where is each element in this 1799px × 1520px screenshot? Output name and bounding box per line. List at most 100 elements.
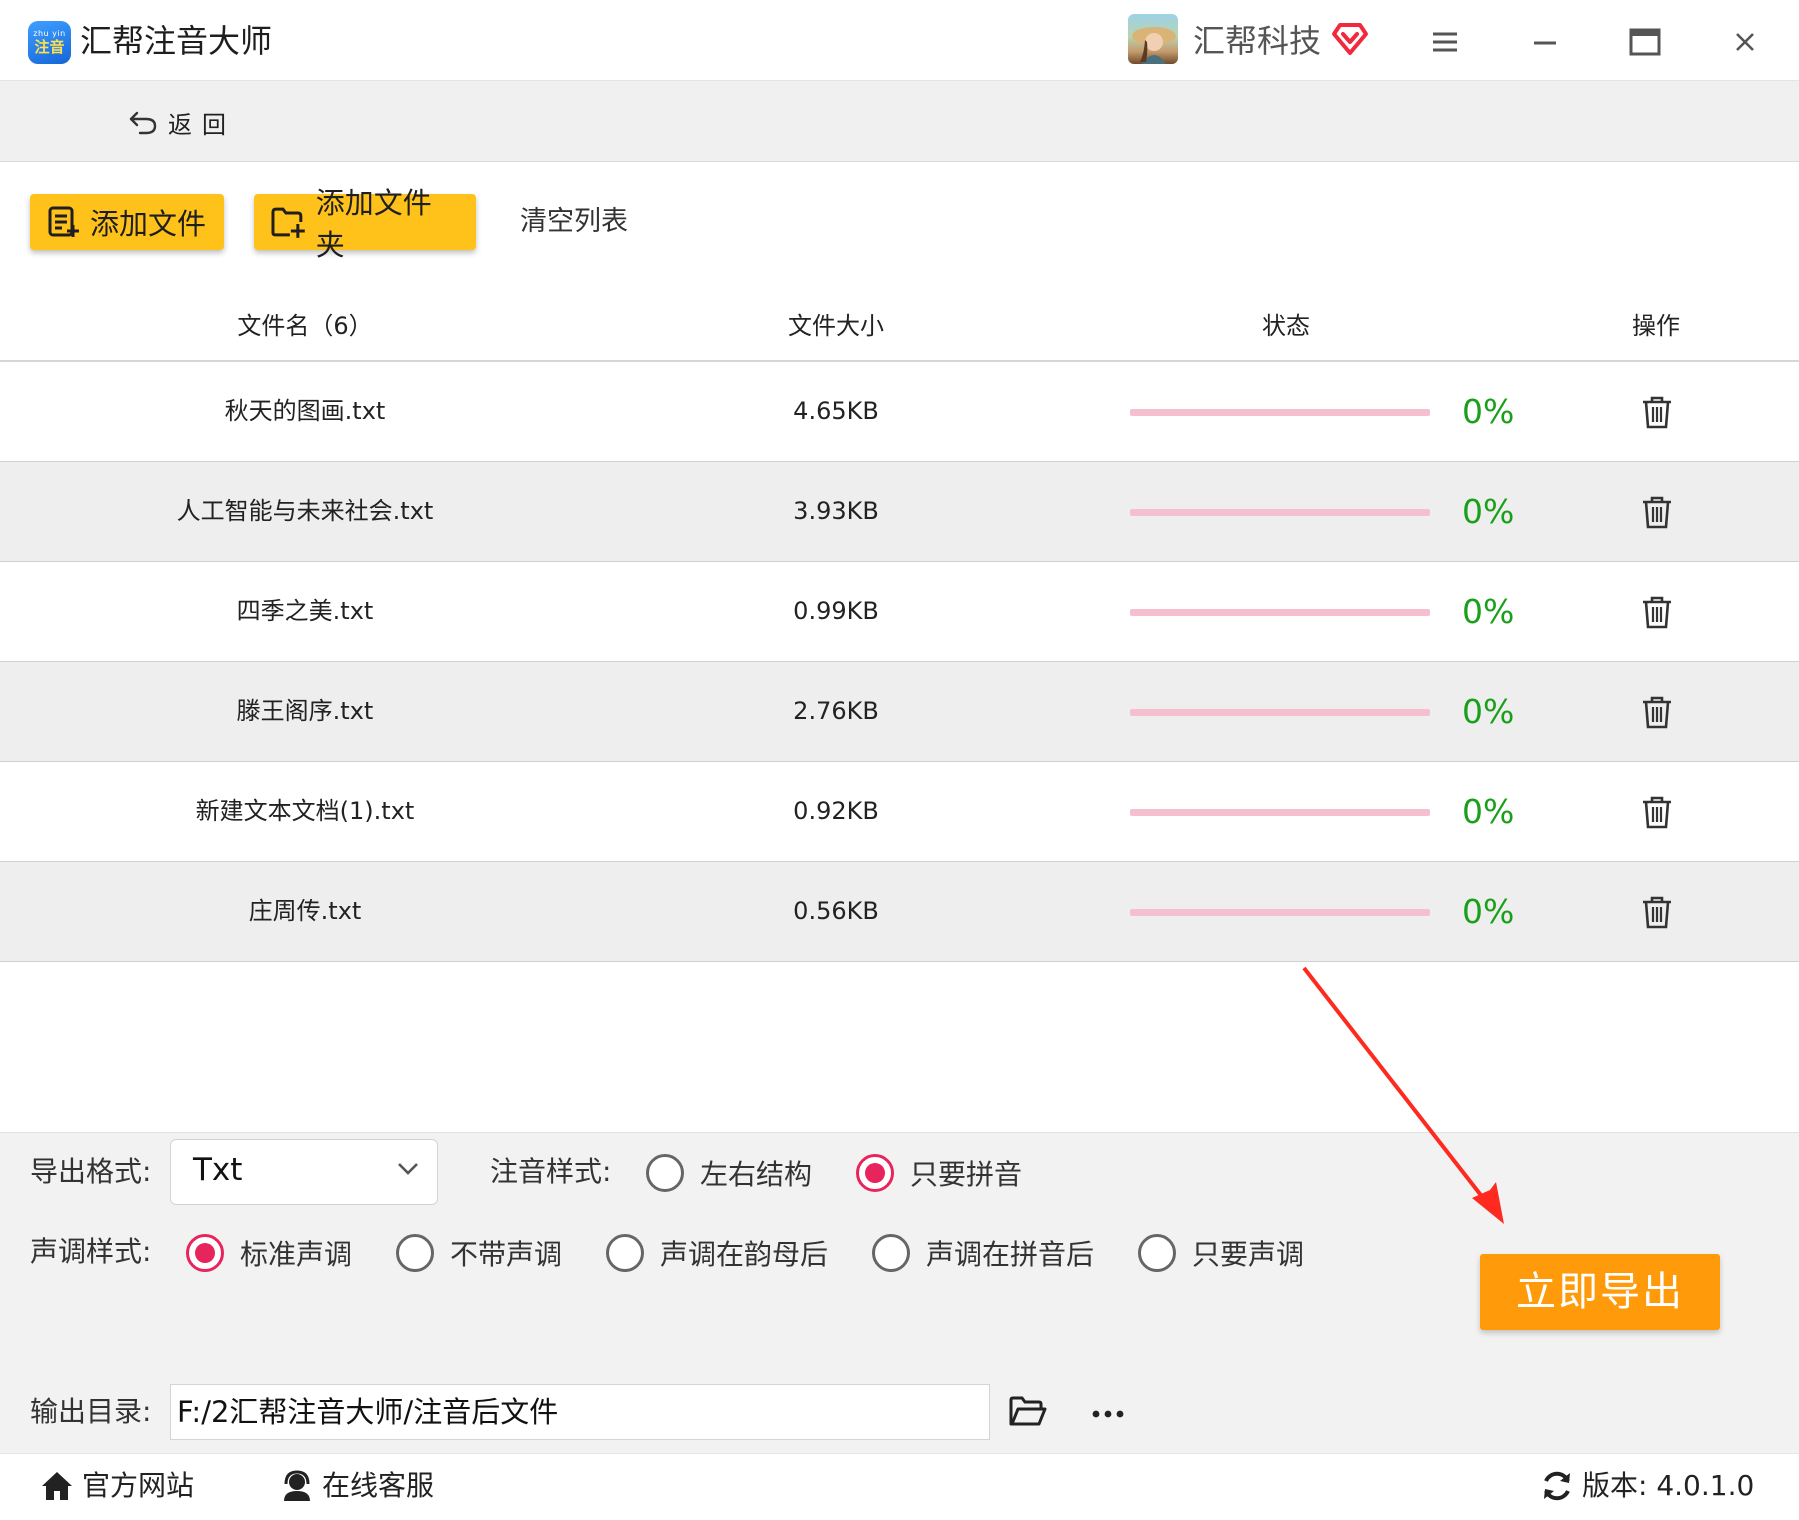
progress-percent: 0% [1462,392,1515,431]
radio-circle [396,1234,434,1272]
annotation-style-label: 注音样式: [490,1155,612,1188]
radio-circle [1138,1234,1176,1272]
official-website-link[interactable]: 官方网站 [40,1466,194,1506]
ellipsis-icon[interactable] [1090,1402,1126,1426]
app-logo-text: 注音 [34,38,65,56]
clear-list-button[interactable]: 清空列表 [520,200,628,244]
file-name: 滕王阁序.txt [236,697,374,725]
radio-circle [646,1154,684,1192]
trash-icon[interactable] [1640,594,1674,630]
radio-annotation-left-right[interactable]: 左右结构 [646,1153,812,1193]
progress-percent: 0% [1462,792,1515,831]
radio-tone-only[interactable]: 只要声调 [1138,1233,1304,1273]
header-action: 操作 [1632,312,1680,340]
radio-label: 只要声调 [1192,1238,1305,1271]
add-folder-button[interactable]: 添加文件夹 [254,186,476,262]
app-title: 汇帮注音大师 [80,22,273,60]
progress-bar [1130,709,1430,716]
file-name: 庄周传.txt [248,897,362,925]
progress-bar [1130,909,1430,916]
app-logo-pinyin: zhu yin [33,29,66,38]
close-icon[interactable] [1725,22,1765,62]
export-now-button[interactable]: 立即导出 [1480,1254,1720,1330]
radio-annotation-pinyin-only[interactable]: 只要拼音 [856,1153,1022,1193]
folder-open-icon[interactable] [1008,1394,1048,1430]
trash-icon[interactable] [1640,894,1674,930]
file-size: 0.92KB [793,797,879,825]
export-format-select[interactable]: Txt [170,1139,438,1205]
back-button[interactable]: 返回 [128,104,236,140]
trash-icon[interactable] [1640,694,1674,730]
radio-label: 不带声调 [450,1238,563,1271]
add-file-icon [48,206,79,237]
table-row[interactable]: 滕王阁序.txt 2.76KB 0% [0,662,1799,762]
progress-bar [1130,609,1430,616]
hamburger-icon[interactable] [1425,22,1465,62]
website-label: 官方网站 [82,1469,195,1502]
company-name[interactable]: 汇帮科技 [1193,18,1321,64]
progress-bar [1130,409,1430,416]
file-size: 0.99KB [793,597,879,625]
home-icon [42,1472,72,1500]
minimize-icon[interactable] [1525,22,1565,62]
navigation-bar [0,81,1799,162]
trash-icon[interactable] [1640,494,1674,530]
radio-label: 标准声调 [240,1238,353,1271]
chevron-down-icon [398,1163,418,1175]
avatar-picture-icon [1132,27,1176,64]
file-name: 人工智能与未来社会.txt [176,497,434,525]
trash-icon[interactable] [1640,794,1674,830]
progress-percent: 0% [1462,892,1515,931]
header-status: 状态 [1262,312,1310,340]
radio-tone-none[interactable]: 不带声调 [396,1233,562,1273]
table-row[interactable]: 新建文本文档(1).txt 0.92KB 0% [0,762,1799,862]
maximize-icon[interactable] [1625,22,1665,62]
file-size: 3.93KB [793,497,879,525]
output-dir-label: 输出目录: [30,1395,152,1428]
add-folder-icon [271,207,305,238]
header-filesize: 文件大小 [788,312,884,340]
radio-circle-selected [856,1154,894,1192]
progress-percent: 0% [1462,692,1515,731]
table-row[interactable]: 秋天的图画.txt 4.65KB 0% [0,362,1799,462]
radio-tone-after-pinyin[interactable]: 声调在拼音后 [872,1233,1094,1273]
red-arrow-annotation [1302,966,1504,1224]
user-avatar[interactable] [1128,14,1178,64]
progress-bar [1130,509,1430,516]
app-logo-icon: zhu yin 注音 [28,21,71,64]
radio-tone-after-final[interactable]: 声调在韵母后 [606,1233,828,1273]
progress-bar [1130,809,1430,816]
trash-icon[interactable] [1640,394,1674,430]
online-support-link[interactable]: 在线客服 [280,1466,434,1506]
table-row[interactable]: 四季之美.txt 0.99KB 0% [0,562,1799,662]
tone-style-label: 声调样式: [30,1235,152,1268]
table-header: 文件名（6） 文件大小 状态 操作 [0,292,1799,362]
progress-percent: 0% [1462,592,1515,631]
footer-bar [0,1453,1799,1520]
export-format-label: 导出格式: [30,1155,152,1188]
headset-icon [284,1470,310,1501]
progress-percent: 0% [1462,492,1515,531]
add-file-button[interactable]: 添加文件 [30,194,224,250]
radio-circle [606,1234,644,1272]
vip-diamond-icon[interactable] [1330,20,1370,56]
export-format-value: Txt [193,1152,243,1188]
radio-tone-standard[interactable]: 标准声调 [186,1233,352,1273]
support-label: 在线客服 [322,1469,435,1502]
file-name: 四季之美.txt [236,597,374,625]
table-row[interactable]: 庄周传.txt 0.56KB 0% [0,862,1799,962]
version-info: 版本: 4.0.1.0 [1540,1466,1754,1506]
table-row[interactable]: 人工智能与未来社会.txt 3.93KB 0% [0,462,1799,562]
output-dir-field[interactable]: F:/2汇帮注音大师/注音后文件 [170,1384,990,1440]
file-size: 2.76KB [793,697,879,725]
radio-label: 左右结构 [700,1158,813,1191]
file-size: 4.65KB [793,397,879,425]
refresh-icon[interactable] [1540,1469,1574,1503]
file-name: 新建文本文档(1).txt [195,797,415,825]
radio-circle [872,1234,910,1272]
add-file-label: 添加文件 [90,207,207,241]
radio-label: 只要拼音 [910,1158,1023,1191]
undo-arrow-icon [129,111,157,135]
radio-label: 声调在韵母后 [660,1238,829,1271]
header-filename: 文件名（6） [237,312,373,340]
